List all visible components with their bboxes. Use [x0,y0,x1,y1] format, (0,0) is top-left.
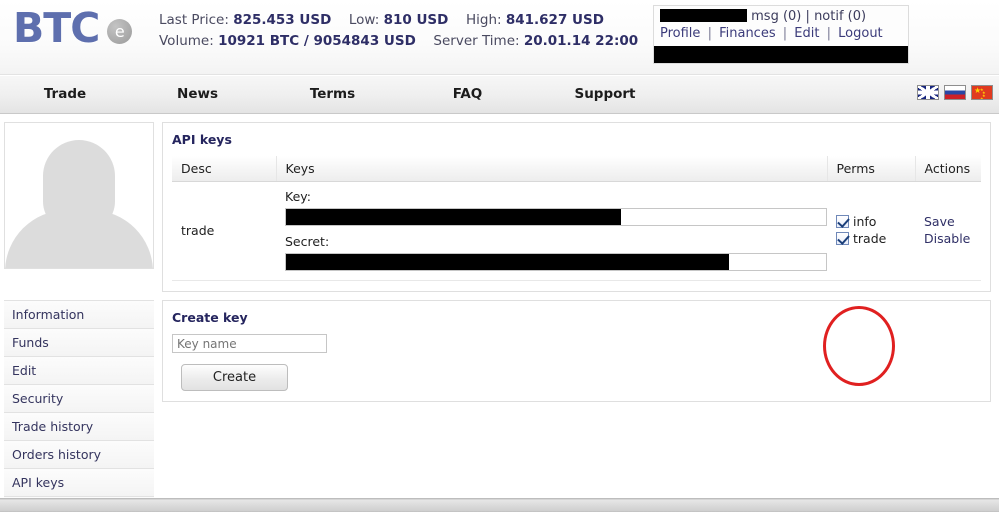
perm-info-row[interactable]: info [836,213,915,230]
left-sidebar: Information Funds Edit Security Trade hi… [4,122,156,512]
sidebar-item-orders-history[interactable]: Orders history [4,441,154,469]
market-stats-line2: Volume: 10921 BTC / 9054843 USD Server T… [159,31,638,52]
perm-trade-row[interactable]: trade [836,230,915,247]
user-account-links: Profile | Finances | Edit | Logout [654,25,908,45]
user-account-status-line: msg (0) | notif (0) [654,6,908,25]
column-header-desc: Desc [172,156,277,182]
api-keys-table: Desc Keys Perms Actions trade Key: Secre… [172,156,981,281]
api-secret-label: Secret: [285,234,330,249]
edit-link[interactable]: Edit [794,26,819,41]
account-menu: Information Funds Edit Security Trade hi… [4,300,154,512]
language-switcher: ★ ★ ★ ★ ★ [917,85,993,100]
table-row: trade Key: Secret: info trade Save Disab… [172,181,981,281]
volume-value: 10921 BTC / 9054843 USD [218,33,416,49]
link-separator-3: | [826,26,831,41]
row-keys-cell: Key: Secret: [276,181,827,281]
nav-item-trade[interactable]: Trade [0,75,130,114]
row-perms-cell: info trade [827,181,915,281]
api-key-label: Key: [285,189,311,204]
logo-text: BTC [13,4,100,52]
perm-info-label: info [853,214,877,229]
volume-label: Volume: [159,33,214,49]
logo-badge-icon: e [107,18,133,44]
main-navigation: Trade News Terms FAQ Support ★ ★ ★ ★ ★ [0,75,999,114]
flag-cn-icon[interactable]: ★ ★ ★ ★ ★ [971,85,993,100]
flag-uk-icon[interactable] [917,85,939,100]
site-header: BTC e Last Price: 825.453 USD Low: 810 U… [0,0,999,75]
main-content: API keys Desc Keys Perms Actions trade K… [162,122,991,410]
horizontal-scrollbar-thumb[interactable] [0,500,999,511]
checkbox-trade-icon[interactable] [836,232,849,245]
sidebar-item-security[interactable]: Security [4,385,154,413]
server-time-value: 20.01.14 22:00 [523,33,639,49]
nav-item-faq[interactable]: FAQ [400,75,535,114]
last-price-label: Last Price: [159,12,229,28]
server-time-label: Server Time: [433,33,520,49]
logout-link[interactable]: Logout [838,26,883,41]
sidebar-item-funds[interactable]: Funds [4,329,154,357]
sidebar-item-information[interactable]: Information [4,300,154,329]
api-keys-title: API keys [172,132,232,147]
row-actions-cell: Save Disable [915,181,981,281]
create-key-title: Create key [172,310,248,325]
user-account-box: msg (0) | notif (0) Profile | Finances |… [653,5,909,64]
sidebar-item-edit[interactable]: Edit [4,357,154,385]
user-separator-1: | [805,9,810,24]
checkbox-info-icon[interactable] [836,215,849,228]
flag-cn-star-5: ★ [980,96,984,100]
user-box-redacted-bar [654,46,908,63]
column-header-keys: Keys [276,156,828,182]
api-key-field-group: Key: [285,189,827,226]
notifications-link[interactable]: notif (0) [814,9,866,24]
sidebar-item-trade-history[interactable]: Trade history [4,413,154,441]
low-value: 810 USD [383,12,449,28]
sidebar-item-api-keys[interactable]: API keys [4,469,154,497]
create-button[interactable]: Create [181,364,288,391]
high-label: High: [465,12,502,28]
high-value: 841.627 USD [505,12,604,28]
messages-link[interactable]: msg (0) [751,9,801,24]
avatar-head-shape [43,140,115,232]
nav-item-list: Trade News Terms FAQ Support [0,75,675,114]
market-stats-line1: Last Price: 825.453 USD Low: 810 USD Hig… [159,10,638,31]
username-redacted [660,9,747,22]
row-desc: trade [172,181,276,281]
column-header-perms: Perms [827,156,916,182]
finances-link[interactable]: Finances [719,26,776,41]
nav-item-support[interactable]: Support [535,75,675,114]
perm-trade-label: trade [853,231,887,246]
api-secret-input[interactable] [285,253,827,271]
create-key-panel: Create key Create [162,300,991,402]
disable-link[interactable]: Disable [924,230,981,247]
api-key-input[interactable] [285,208,827,226]
key-name-input[interactable] [172,334,327,353]
api-key-redaction [286,209,621,225]
api-keys-panel: API keys Desc Keys Perms Actions trade K… [162,122,991,292]
link-separator-1: | [707,26,712,41]
avatar [4,122,154,269]
flag-ru-icon[interactable] [944,85,966,100]
market-stats: Last Price: 825.453 USD Low: 810 USD Hig… [159,10,638,52]
low-label: Low: [348,12,380,28]
horizontal-scrollbar[interactable] [0,498,999,512]
profile-link[interactable]: Profile [660,26,700,41]
last-price-value: 825.453 USD [233,12,332,28]
link-separator-2: | [782,26,788,41]
table-header-row: Desc Keys Perms Actions [172,156,981,182]
page-body: Information Funds Edit Security Trade hi… [0,114,999,512]
api-secret-field-group: Secret: [285,234,827,271]
api-secret-redaction [286,254,729,270]
nav-item-terms[interactable]: Terms [265,75,400,114]
site-logo[interactable]: BTC e [13,4,133,52]
column-header-actions: Actions [915,156,981,182]
nav-item-news[interactable]: News [130,75,265,114]
save-link[interactable]: Save [924,213,981,230]
